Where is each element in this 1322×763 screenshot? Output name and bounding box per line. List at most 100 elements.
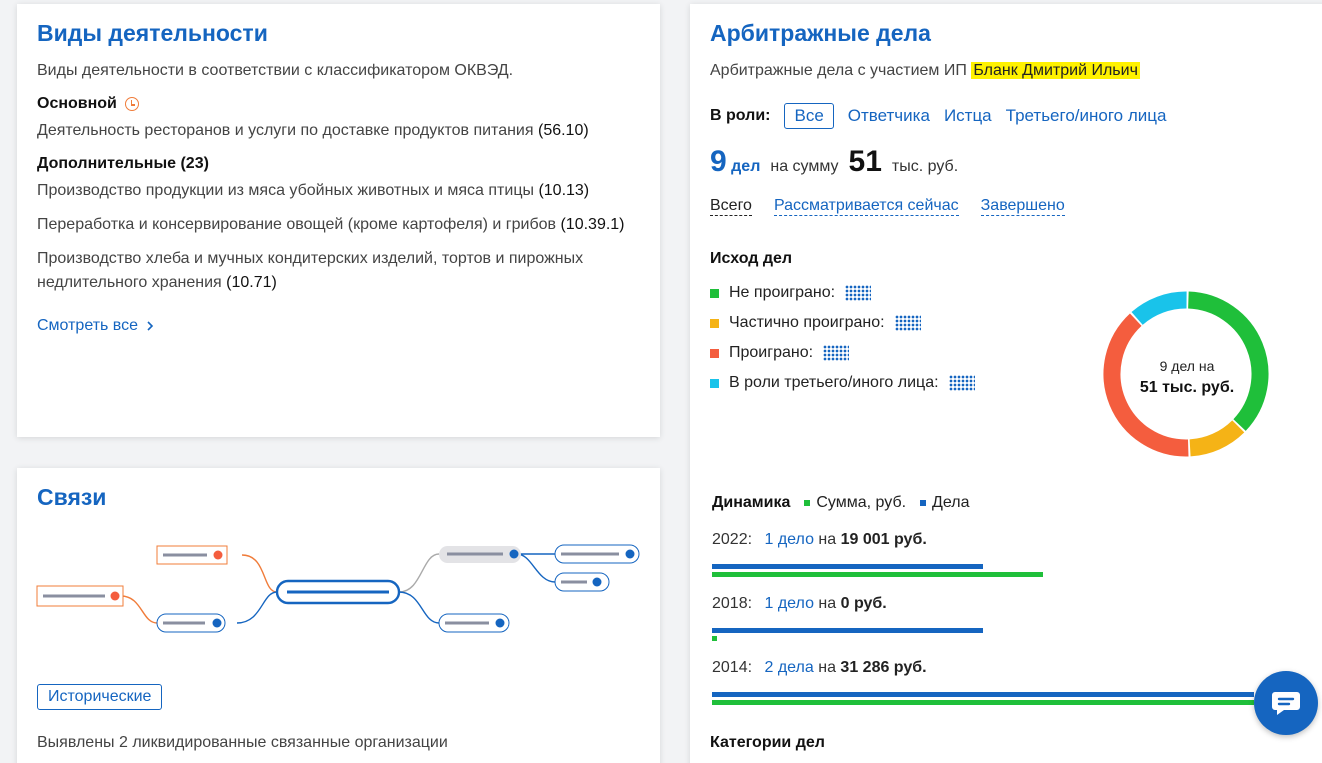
cases-bar [712, 692, 1254, 697]
activities-card: Виды деятельности Виды деятельности в со… [17, 4, 660, 437]
relation-node [439, 546, 521, 563]
role-all[interactable]: Все [784, 103, 834, 129]
activity-code: (10.13) [538, 182, 590, 199]
clock-icon[interactable] [124, 97, 139, 111]
activity-code: (10.71) [226, 274, 277, 291]
subject-name: Бланк Дмитрий Ильич [971, 62, 1140, 79]
relation-node [554, 544, 640, 564]
dynamics-sum-legend: Сумма, руб. [804, 494, 906, 512]
roles-label: В роли: [710, 107, 771, 124]
legend-label: Проиграно: [729, 344, 814, 361]
sum-label: 31 286 руб. [840, 659, 927, 676]
donut-line2: 51 тыс. руб. [1139, 379, 1235, 396]
sum-unit: тыс. руб. [891, 158, 959, 175]
year-label: 2014: [712, 659, 753, 676]
relation-node-main [275, 579, 401, 605]
sum-prefix: на сумму [770, 158, 839, 175]
chevron-right-icon [147, 321, 154, 331]
subtitle-prefix: Арбитражные дела с участием ИП [710, 62, 967, 79]
see-all-label: Смотреть все [37, 317, 139, 334]
dynamics-row: 2014: 2 дела на 31 286 руб. [712, 659, 927, 677]
relations-card: Связи Исторические Выявлены 2 ликвидиров… [17, 468, 660, 763]
activities-subtitle: Виды деятельности в соответствии с класс… [37, 62, 514, 79]
sum-bar [712, 572, 1043, 577]
role-third-party[interactable]: Третьего/иного лица [1006, 106, 1167, 126]
activity-item: Переработка и консервирование овощей (кр… [37, 213, 640, 237]
categories-title: Категории дел [710, 734, 825, 751]
relation-node [554, 572, 610, 592]
main-activity-item: Деятельность ресторанов и услуги по дост… [37, 119, 640, 143]
role-plaintiff[interactable]: Истца [944, 106, 992, 126]
sum-value: 51 [848, 145, 882, 178]
cases-link[interactable]: 2 дела [765, 659, 814, 676]
role-defendant[interactable]: Ответчика [848, 106, 930, 126]
filter-finished[interactable]: Завершено [980, 197, 1065, 216]
legend-swatch [710, 318, 719, 328]
sum-label: 0 руб. [840, 595, 887, 612]
activity-text: Переработка и консервирование овощей (кр… [37, 216, 557, 233]
on-label: на [818, 531, 837, 548]
activity-item: Производство хлеба и мучных кондитерских… [37, 247, 640, 295]
year-label: 2022: [712, 531, 753, 548]
activity-text: Производство продукции из мяса убойных ж… [37, 182, 534, 199]
legend-label: В роли третьего/иного лица: [729, 374, 939, 391]
donut-line1: 9 дел на [1159, 358, 1215, 374]
historic-button[interactable]: Исторические [37, 684, 163, 710]
loading-icon [823, 345, 850, 361]
slice-third-party[interactable] [1131, 291, 1187, 326]
main-activity-heading: Основной [37, 95, 640, 113]
chat-icon [1272, 692, 1300, 715]
relation-node-liquidated [156, 545, 228, 565]
status-filters: Всего Рассматривается сейчас Завершено [710, 197, 1310, 216]
relations-note: Выявлены 2 ликвидированные связанные орг… [37, 734, 448, 751]
loading-icon [845, 285, 872, 301]
loading-icon [894, 315, 921, 331]
activity-text: Деятельность ресторанов и услуги по дост… [37, 122, 534, 139]
dynamics-cases-legend: Дела [920, 494, 969, 512]
see-all-link[interactable]: Смотреть все [37, 317, 154, 335]
main-activity-label: Основной [37, 95, 117, 112]
year-label: 2018: [712, 595, 753, 612]
legend-swatch [710, 348, 719, 358]
legend-label: Не проиграно: [729, 284, 836, 301]
arbitration-title: Арбитражные дела [710, 20, 931, 46]
relations-title: Связи [37, 484, 107, 510]
relations-graph[interactable] [17, 528, 660, 648]
activity-code: (10.39.1) [560, 216, 625, 233]
additional-activities-label: Дополнительные (23) [37, 155, 209, 172]
activity-text: Производство хлеба и мучных кондитерских… [37, 250, 584, 291]
chat-button[interactable] [1254, 671, 1318, 735]
sum-bar [712, 700, 1254, 705]
role-filter: В роли: Все Ответчика Истца Третьего/ино… [710, 103, 1310, 129]
dynamics-header: Динамика Сумма, руб. Дела [712, 494, 969, 512]
filter-ongoing[interactable]: Рассматривается сейчас [773, 197, 959, 216]
filter-all[interactable]: Всего [710, 197, 752, 216]
legend-swatch [710, 378, 719, 388]
slice-partially-lost[interactable] [1189, 420, 1245, 457]
sum-bar [712, 636, 717, 641]
cases-link[interactable]: 1 дело [765, 595, 814, 612]
arbitration-subtitle: Арбитражные дела с участием ИП Бланк Дми… [710, 59, 1310, 83]
cases-count[interactable]: 9 дел [710, 145, 760, 179]
cases-bar [712, 628, 983, 633]
cases-totals: 9 дел на сумму 51 тыс. руб. [710, 145, 1310, 179]
relation-node [156, 613, 226, 633]
dynamics-row: 2022: 1 дело на 19 001 руб. [712, 531, 927, 549]
on-label: на [818, 595, 837, 612]
relation-node [438, 613, 510, 633]
on-label: на [818, 659, 836, 676]
cases-bar [712, 564, 983, 569]
arbitration-card: Арбитражные дела Арбитражные дела с учас… [690, 4, 1322, 763]
donut-center-text: 9 дел на 51 тыс. руб. [1122, 356, 1252, 398]
dynamics-row: 2018: 1 дело на 0 руб. [712, 595, 887, 613]
cases-link[interactable]: 1 дело [765, 531, 814, 548]
activities-title: Виды деятельности [37, 20, 268, 46]
outcome-title: Исход дел [710, 250, 793, 267]
legend-label: Частично проиграно: [729, 314, 885, 331]
legend-swatch [710, 288, 719, 298]
dynamics-title: Динамика [712, 494, 791, 511]
sum-label: 19 001 руб. [840, 531, 927, 548]
activity-code: (56.10) [537, 122, 589, 139]
activity-item: Производство продукции из мяса убойных ж… [37, 179, 640, 203]
loading-icon [948, 375, 975, 391]
